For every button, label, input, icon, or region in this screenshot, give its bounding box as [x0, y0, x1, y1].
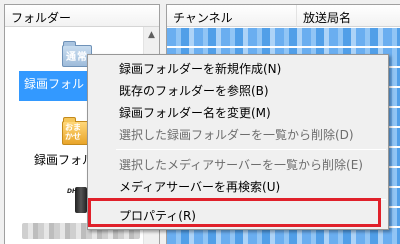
menu-separator — [116, 149, 386, 150]
scroll-up-arrow-icon[interactable]: ▲ — [144, 27, 159, 43]
column-header-channel[interactable]: チャンネル — [167, 5, 297, 27]
folder-item-label[interactable]: 録画フォル — [34, 151, 94, 168]
column-header-station[interactable]: 放送局名 — [297, 5, 400, 27]
folder-tab — [63, 41, 76, 46]
folder-item-label: 録画フォル — [24, 77, 85, 91]
folder-icon-label: おま かせ — [65, 123, 81, 141]
menu-item-remove-media-server: 選択したメディアサーバーを一覧から削除(E) — [119, 158, 363, 172]
app-window: フォルダー ▲ 通常 録画フォル おま かせ 録画フォル DH チャンネル 放送… — [0, 0, 400, 244]
menu-item-rescan-media-server[interactable]: メディアサーバーを再検索(U) — [88, 175, 388, 197]
properties-highlight-box — [88, 198, 381, 227]
folder-pane-header[interactable]: フォルダー — [5, 5, 159, 27]
folder-icon-label: 通常 — [66, 52, 88, 63]
menu-item-create-folder[interactable]: 録画フォルダーを新規作成(N) — [88, 57, 388, 79]
menu-item-rename-folder[interactable]: 録画フォルダー名を変更(M) — [88, 101, 388, 123]
device-icon-label: DH — [67, 188, 78, 195]
menu-item-browse-folder[interactable]: 既存のフォルダーを参照(B) — [88, 79, 388, 101]
folder-tab — [63, 117, 76, 122]
menu-item-remove-folder: 選択した録画フォルダーを一覧から削除(D) — [119, 128, 354, 142]
